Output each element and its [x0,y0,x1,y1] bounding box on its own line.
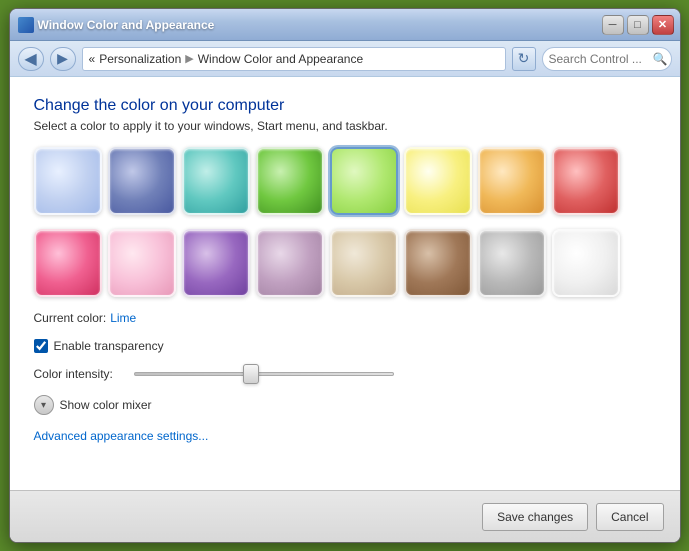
intensity-slider-track [134,372,394,376]
cancel-button[interactable]: Cancel [596,503,663,531]
current-color-value: Lime [110,311,136,325]
content-area: Change the color on your computer Select… [10,77,680,490]
search-icon: 🔍 [653,52,668,66]
back-button[interactable]: ◀ [18,47,44,71]
current-color-label: Current color: [34,311,107,325]
intensity-slider-thumb[interactable] [243,364,259,384]
swatch-tan[interactable] [330,229,398,297]
swatches-row-1 [34,147,656,215]
swatch-brown[interactable] [404,229,472,297]
footer: Save changes Cancel [10,490,680,542]
titlebar: Window Color and Appearance ─ □ ✕ [10,9,680,41]
swatch-orange[interactable] [478,147,546,215]
page-title: Change the color on your computer [34,97,656,115]
chevron-down-icon: ▾ [41,400,46,411]
refresh-icon: ↻ [518,50,530,67]
swatch-sky[interactable] [34,147,102,215]
transparency-checkbox[interactable] [34,339,48,353]
search-box[interactable]: 🔍 [542,47,672,71]
transparency-row: Enable transparency [34,339,656,353]
color-mixer-row: ▾ Show color mixer [34,395,656,415]
close-button[interactable]: ✕ [652,15,674,35]
swatch-gray[interactable] [478,229,546,297]
page-subtitle: Select a color to apply it to your windo… [34,119,656,133]
breadcrumb-part1: Personalization [99,52,181,66]
address-bar[interactable]: « Personalization ▶ Window Color and App… [82,47,506,71]
advanced-appearance-link[interactable]: Advanced appearance settings... [34,429,656,443]
swatch-lpink[interactable] [108,229,176,297]
breadcrumb-prefix: « [89,52,96,66]
main-window: Window Color and Appearance ─ □ ✕ ◀ ▶ « … [9,8,681,543]
swatches-row-2 [34,229,656,297]
titlebar-left: Window Color and Appearance [18,17,215,33]
swatch-teal[interactable] [182,147,250,215]
swatch-mauve[interactable] [256,229,324,297]
minimize-button[interactable]: ─ [602,15,624,35]
swatch-white[interactable] [552,229,620,297]
forward-button[interactable]: ▶ [50,47,76,71]
swatch-blue[interactable] [108,147,176,215]
search-input[interactable] [549,52,649,66]
expand-color-mixer-button[interactable]: ▾ [34,395,54,415]
swatch-green[interactable] [256,147,324,215]
window-title: Window Color and Appearance [38,18,215,32]
save-button[interactable]: Save changes [482,503,588,531]
addressbar: ◀ ▶ « Personalization ▶ Window Color and… [10,41,680,77]
maximize-button[interactable]: □ [627,15,649,35]
swatch-purple[interactable] [182,229,250,297]
intensity-row: Color intensity: [34,367,656,381]
back-icon: ◀ [24,49,36,69]
forward-icon: ▶ [57,50,68,67]
page-header: Change the color on your computer Select… [34,97,656,133]
swatch-lime[interactable] [330,147,398,215]
breadcrumb-sep: ▶ [185,52,193,65]
swatch-yellow[interactable] [404,147,472,215]
refresh-button[interactable]: ↻ [512,47,536,71]
transparency-label[interactable]: Enable transparency [54,339,164,353]
swatch-pink[interactable] [34,229,102,297]
color-mixer-label: Show color mixer [60,398,152,412]
titlebar-buttons: ─ □ ✕ [602,15,674,35]
window-icon [18,17,34,33]
current-color-row: Current color: Lime [34,311,656,325]
intensity-label: Color intensity: [34,367,124,381]
breadcrumb-part2: Window Color and Appearance [198,52,363,66]
swatch-red[interactable] [552,147,620,215]
